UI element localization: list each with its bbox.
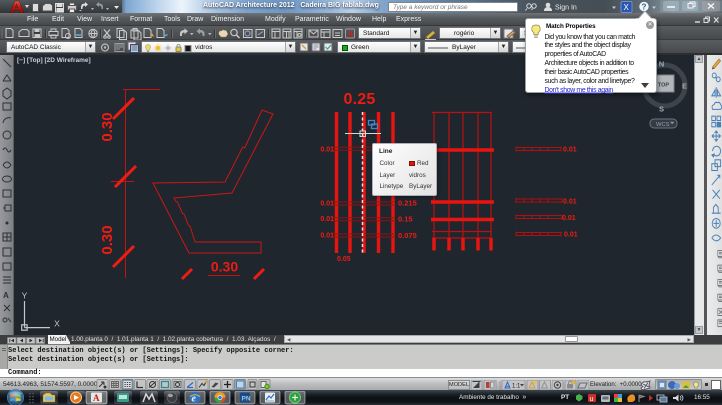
svg-text:0.15: 0.15 — [398, 215, 413, 224]
svg-text:0.01: 0.01 — [564, 232, 578, 239]
svg-text:A: A — [3, 291, 9, 300]
svg-text:0.01: 0.01 — [563, 199, 577, 206]
svg-text:0.25: 0.25 — [344, 91, 376, 108]
svg-text:0.01: 0.01 — [320, 232, 334, 239]
svg-text:A: A — [93, 393, 100, 403]
svg-text:X: X — [54, 319, 60, 329]
svg-text:0.01: 0.01 — [320, 146, 334, 153]
svg-text:0.01: 0.01 — [320, 216, 334, 223]
svg-text:PN: PN — [242, 396, 251, 403]
svg-text:0.30: 0.30 — [99, 225, 116, 254]
svg-text:X: X — [624, 3, 630, 12]
svg-text:N: N — [659, 60, 664, 69]
svg-text:u: u — [590, 396, 594, 403]
svg-text:S: S — [659, 105, 664, 114]
svg-text:0.01: 0.01 — [563, 147, 577, 154]
svg-text:0.215: 0.215 — [398, 199, 417, 208]
svg-text:0.30: 0.30 — [211, 259, 238, 275]
svg-text:Y: Y — [22, 291, 28, 301]
svg-text:0.075: 0.075 — [398, 231, 417, 240]
svg-text:WCS: WCS — [656, 122, 670, 128]
svg-text:0.01: 0.01 — [562, 215, 576, 222]
svg-text:E: E — [682, 82, 687, 91]
svg-text:TOP: TOP — [658, 83, 670, 89]
svg-text:A: A — [347, 29, 354, 39]
svg-text:Sign In: Sign In — [555, 5, 577, 12]
svg-text:0.30: 0.30 — [99, 112, 116, 141]
svg-text:0.01: 0.01 — [320, 200, 334, 207]
svg-text:0.05: 0.05 — [337, 256, 351, 263]
svg-text:1:1: 1:1 — [512, 384, 521, 390]
